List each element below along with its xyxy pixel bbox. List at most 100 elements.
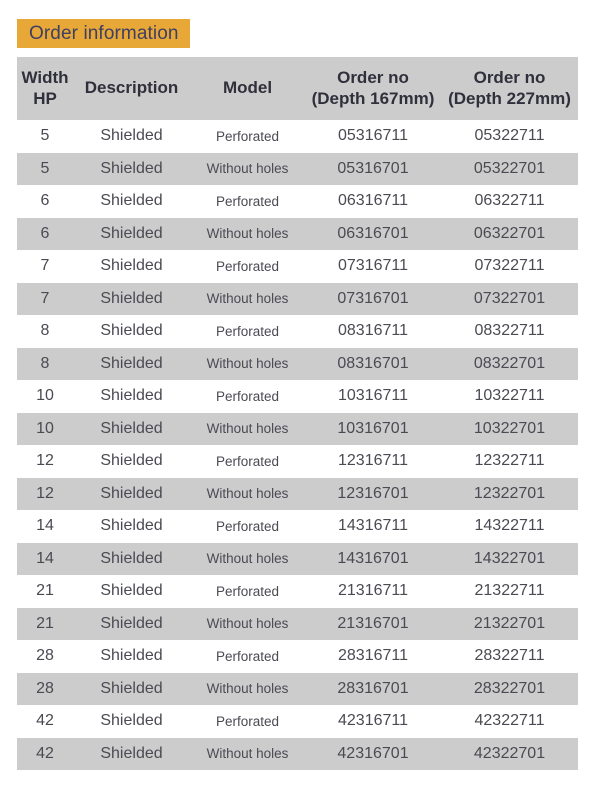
cell-description: Shielded: [100, 387, 163, 405]
table-row: 28 Shielded Perforated 28316711 28322711: [17, 640, 578, 673]
cell-order-no-227: 21322701: [473, 614, 546, 632]
column-header-order-no-167-line2: (Depth 167mm): [311, 88, 435, 108]
table-row: 10 Shielded Perforated 10316711 10322711: [17, 380, 578, 413]
table-row: 42 Shielded Perforated 42316711 42322711: [17, 705, 578, 738]
cell-order-no-167: 07316701: [337, 289, 409, 307]
cell-model: Without holes: [206, 161, 289, 176]
page-title: Order information: [29, 23, 179, 44]
cell-model: Perforated: [215, 648, 280, 664]
order-information-page: Order information Width HP Description M: [0, 0, 611, 795]
cell-order-no-227: 06322711: [474, 192, 545, 210]
cell-description: Shielded: [100, 452, 163, 470]
column-header-width-hp: Width HP: [17, 57, 73, 120]
cell-description: Shielded: [100, 159, 163, 177]
cell-description: Shielded: [100, 192, 163, 210]
cell-order-no-167: 05316701: [337, 159, 409, 177]
cell-order-no-167: 28316701: [337, 679, 409, 697]
cell-width-hp: 10: [36, 387, 54, 405]
table-row: 21 Shielded Perforated 21316711 21322711: [17, 575, 578, 608]
cell-model: Without holes: [206, 226, 289, 241]
cell-order-no-227: 28322701: [473, 679, 546, 697]
table-row: 10 Shielded Without holes 10316701 10322701: [17, 412, 578, 445]
cell-model: Without holes: [206, 616, 289, 631]
cell-order-no-167: 06316701: [337, 224, 409, 242]
cell-order-no-227: 28322711: [474, 647, 545, 665]
column-header-order-no-167-line1: Order no: [337, 67, 409, 87]
column-header-width-hp-line2: HP: [33, 88, 57, 108]
cell-description: Shielded: [100, 419, 163, 437]
cell-description: Shielded: [100, 257, 163, 275]
cell-model: Perforated: [215, 583, 280, 599]
table-row: 14 Shielded Without holes 14316701 14322701: [17, 542, 578, 575]
cell-width-hp: 28: [36, 679, 54, 697]
cell-width-hp: 8: [40, 322, 50, 340]
cell-model: Perforated: [215, 128, 280, 144]
cell-model: Without holes: [206, 291, 289, 306]
cell-order-no-227: 14322711: [474, 517, 545, 535]
table-body: 5 Shielded Perforated 05316711 05322711 5 Shie…: [17, 120, 578, 770]
cell-description: Shielded: [100, 744, 163, 762]
cell-order-no-167: 28316711: [338, 647, 408, 665]
cell-width-hp: 28: [36, 647, 54, 665]
cell-model: Without holes: [206, 551, 289, 566]
table-row: 14 Shielded Perforated 14316711 14322711: [17, 510, 578, 543]
cell-description: Shielded: [100, 322, 163, 340]
cell-width-hp: 42: [36, 712, 54, 730]
cell-width-hp: 21: [36, 582, 54, 600]
cell-order-no-167: 10316711: [338, 387, 408, 405]
cell-width-hp: 10: [36, 419, 54, 437]
cell-model: Without holes: [206, 421, 289, 436]
table-header-row: Width HP Description Model Order no (Dep…: [17, 57, 578, 120]
cell-description: Shielded: [100, 614, 163, 632]
cell-width-hp: 5: [40, 159, 50, 177]
table-row: 7 Shielded Without holes 07316701 07322701: [17, 282, 578, 315]
table-row: 12 Shielded Without holes 12316701 12322701: [17, 477, 578, 510]
cell-description: Shielded: [100, 354, 163, 372]
cell-order-no-227: 05322711: [474, 127, 545, 145]
cell-width-hp: 12: [36, 452, 54, 470]
cell-order-no-227: 21322711: [474, 582, 545, 600]
cell-order-no-227: 10322701: [473, 419, 546, 437]
table-row: 28 Shielded Without holes 28316701 28322701: [17, 672, 578, 705]
cell-order-no-227: 08322701: [473, 354, 546, 372]
table-row: 12 Shielded Perforated 12316711 12322711: [17, 445, 578, 478]
column-header-width-hp-line1: Width: [21, 67, 69, 87]
cell-width-hp: 6: [40, 224, 50, 242]
cell-order-no-227: 12322711: [474, 452, 545, 470]
cell-width-hp: 6: [40, 192, 50, 210]
cell-order-no-167: 07316711: [338, 257, 408, 275]
cell-description: Shielded: [100, 549, 163, 567]
table-row: 5 Shielded Without holes 05316701 05322701: [17, 152, 578, 185]
cell-model: Without holes: [206, 681, 289, 696]
cell-order-no-227: 14322701: [473, 549, 546, 567]
cell-order-no-167: 42316711: [338, 712, 408, 730]
cell-order-no-227: 07322711: [474, 257, 545, 275]
cell-description: Shielded: [100, 224, 163, 242]
cell-description: Shielded: [100, 647, 163, 665]
cell-order-no-227: 05322701: [473, 159, 546, 177]
cell-model: Perforated: [215, 453, 280, 469]
cell-order-no-167: 12316701: [337, 484, 409, 502]
cell-order-no-167: 08316711: [338, 322, 408, 340]
cell-order-no-227: 06322701: [473, 224, 546, 242]
cell-width-hp: 8: [40, 354, 50, 372]
cell-order-no-167: 10316701: [337, 419, 409, 437]
cell-order-no-227: 12322701: [473, 484, 546, 502]
column-header-model: Model: [190, 57, 305, 120]
cell-order-no-167: 14316711: [338, 517, 408, 535]
cell-order-no-167: 08316701: [337, 354, 409, 372]
cell-order-no-167: 21316701: [337, 614, 409, 632]
cell-model: Perforated: [215, 193, 280, 209]
cell-description: Shielded: [100, 712, 163, 730]
cell-order-no-167: 21316711: [338, 582, 408, 600]
column-header-order-no-227-line1: Order no: [473, 67, 546, 87]
column-header-order-no-227: Order no (Depth 227mm): [441, 57, 578, 120]
cell-width-hp: 5: [40, 127, 50, 145]
cell-width-hp: 14: [36, 517, 54, 535]
cell-description: Shielded: [100, 679, 163, 697]
cell-model: Without holes: [206, 746, 289, 761]
table-row: 6 Shielded Perforated 06316711 06322711: [17, 185, 578, 218]
cell-model: Perforated: [215, 518, 280, 534]
cell-order-no-227: 08322711: [474, 322, 545, 340]
cell-width-hp: 14: [36, 549, 54, 567]
